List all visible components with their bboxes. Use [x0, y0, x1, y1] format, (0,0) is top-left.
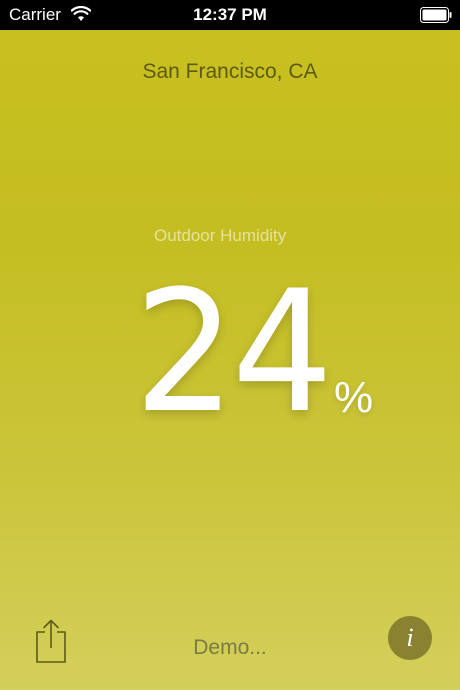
metric-value: 24 — [134, 254, 333, 450]
info-icon: i — [406, 623, 414, 652]
status-time: 12:37 PM — [193, 5, 267, 24]
battery-icon — [420, 7, 452, 23]
location-title: San Francisco, CA — [142, 60, 318, 83]
info-button[interactable]: i — [388, 616, 432, 660]
metric-label: Outdoor Humidity — [154, 226, 287, 245]
status-bar: Carrier 12:37 PM — [0, 0, 460, 30]
metric-unit: % — [334, 373, 374, 422]
